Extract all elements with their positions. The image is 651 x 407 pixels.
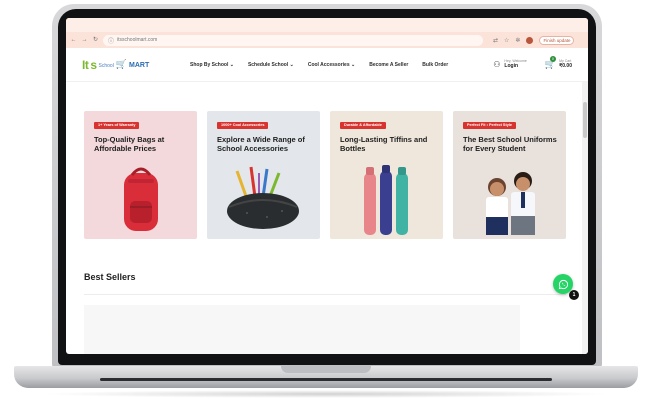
shopping-cart-logo-icon: 🛒 (115, 59, 128, 69)
laptop-base-notch (281, 366, 371, 373)
laptop-screen: ← → ↻ ⓘ itsschoolmart.com ⇄ ☆ ✲ Finish u… (66, 18, 588, 354)
card-title: Top-Quality Bags at Affordable Prices (94, 135, 165, 153)
promo-card-accessories[interactable]: 1000+ Cool Accessories Explore a Wide Ra… (207, 111, 320, 239)
user-icon: ⚇ (493, 60, 501, 69)
profile-avatar[interactable] (526, 36, 534, 44)
back-icon[interactable]: ← (70, 37, 77, 43)
main-nav: Shop By School ⌄ Schedule School ⌄ Cool … (190, 62, 448, 68)
nav-shop-by-school[interactable]: Shop By School ⌄ (190, 62, 234, 68)
promo-card-uniforms[interactable]: Perfect Fit • Perfect Style The Best Sch… (453, 111, 566, 239)
page-scrollbar[interactable] (582, 82, 588, 354)
account-login[interactable]: ⚇ Hey, Welcome Login (493, 59, 527, 70)
scrollbar-thumb[interactable] (583, 102, 587, 138)
card-title: Explore a Wide Range of School Accessori… (217, 135, 305, 153)
best-sellers-heading: Best Sellers (84, 272, 136, 282)
browser-tab-bar (66, 18, 588, 32)
extensions-icon[interactable]: ✲ (515, 37, 520, 44)
logo-school: School (98, 63, 114, 69)
site-header: It s School 🛒 MART Shop By School ⌄ Sche… (66, 48, 588, 82)
browser-update-button[interactable]: Finish update (539, 35, 575, 45)
promo-card-bags[interactable]: 1+ Years of Warranty Top-Quality Bags at… (84, 111, 197, 239)
logo-mart: MART (129, 62, 150, 69)
whatsapp-icon (558, 279, 568, 289)
pencil-pouch-image (227, 166, 299, 229)
laptop-shadow (40, 390, 612, 398)
water-bottles-image (364, 165, 408, 235)
url-text: itsschoolmart.com (117, 37, 158, 43)
reload-icon[interactable]: ↻ (92, 37, 99, 43)
browser-actions: ⇄ ☆ ✲ Finish update (493, 35, 575, 45)
students-uniform-image (486, 172, 535, 235)
nav-schedule-school[interactable]: Schedule School ⌄ (248, 62, 294, 68)
bookmark-star-icon[interactable]: ☆ (504, 37, 509, 44)
promo-cards: 1+ Years of Warranty Top-Quality Bags at… (84, 111, 566, 239)
translate-icon[interactable]: ⇄ (493, 37, 498, 44)
whatsapp-notification-badge: 1 (569, 290, 579, 300)
nav-bulk-order[interactable]: Bulk Order (422, 62, 448, 68)
login-link[interactable]: Login (504, 63, 526, 70)
header-actions: ⚇ Hey, Welcome Login 🛒 0 My Cart ₹0.00 (493, 56, 572, 70)
site-logo[interactable]: It s School 🛒 MART (82, 58, 164, 72)
logo-its: It (82, 57, 89, 72)
nav-become-a-seller[interactable]: Become A Seller (369, 62, 408, 68)
address-bar[interactable]: ⓘ itsschoolmart.com (103, 34, 483, 46)
card-tag: Perfect Fit • Perfect Style (463, 122, 517, 129)
section-divider (84, 294, 566, 295)
logo-s: s (90, 57, 97, 72)
promo-card-tiffins[interactable]: Durable & Affordable Long-Lasting Tiffin… (330, 111, 443, 239)
cart-button[interactable]: 🛒 0 My Cart ₹0.00 (545, 56, 572, 70)
cart-total: ₹0.00 (559, 62, 572, 69)
card-tag: 1+ Years of Warranty (94, 122, 140, 129)
nav-cool-accessories[interactable]: Cool Accessories ⌄ (308, 62, 355, 68)
card-title: Long-Lasting Tiffins and Bottles (340, 135, 428, 153)
browser-toolbar: ← → ↻ ⓘ itsschoolmart.com ⇄ ☆ ✲ Finish u… (66, 32, 588, 48)
site-info-icon[interactable]: ⓘ (108, 36, 114, 45)
best-sellers-carousel (84, 305, 520, 354)
backpack-image (124, 167, 158, 231)
card-title: The Best School Uniforms for Every Stude… (463, 135, 557, 153)
laptop-mockup: ← → ↻ ⓘ itsschoolmart.com ⇄ ☆ ✲ Finish u… (0, 0, 651, 407)
card-tag: 1000+ Cool Accessories (217, 122, 269, 129)
laptop-base-hinge (100, 378, 552, 381)
card-tag: Durable & Affordable (340, 122, 386, 129)
cart-count-badge: 0 (549, 56, 556, 62)
forward-icon[interactable]: → (81, 37, 88, 43)
